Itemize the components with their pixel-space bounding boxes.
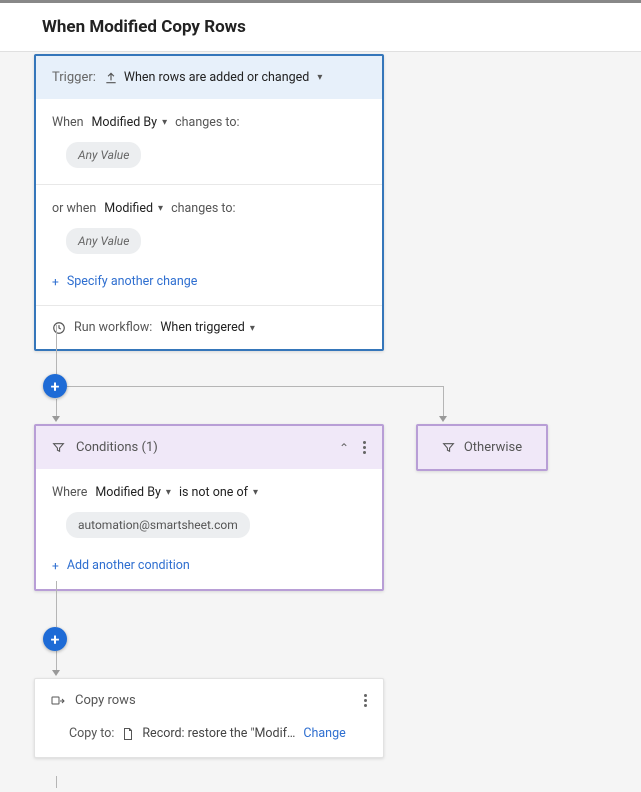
trigger-change-row: or when Modified ▾ changes to: bbox=[52, 201, 366, 216]
plus-icon: + bbox=[52, 275, 59, 289]
arrow-down-icon bbox=[52, 670, 60, 676]
upload-icon bbox=[104, 71, 118, 85]
trigger-type-dropdown[interactable]: When rows are added or changed ▾ bbox=[104, 70, 322, 85]
conditions-title: Conditions (1) bbox=[76, 440, 329, 455]
connector-line bbox=[56, 581, 57, 627]
action-menu-button[interactable] bbox=[364, 694, 367, 707]
caret-down-icon: ▾ bbox=[162, 117, 167, 128]
workflow-canvas: Trigger: When rows are added or changed … bbox=[0, 52, 641, 792]
otherwise-card[interactable]: Otherwise bbox=[416, 424, 548, 471]
changes-to-label: changes to: bbox=[175, 115, 239, 130]
change-destination-link[interactable]: Change bbox=[303, 726, 345, 741]
filter-icon bbox=[52, 441, 66, 455]
destination-sheet: Record: restore the "Modif… bbox=[122, 726, 295, 741]
action-header: Copy rows bbox=[35, 679, 383, 722]
connector-line bbox=[56, 399, 57, 416]
collapse-icon[interactable]: ⌃ bbox=[339, 441, 349, 455]
add-condition-link[interactable]: + Add another condition bbox=[52, 558, 366, 573]
changes-to-label: changes to: bbox=[171, 201, 235, 216]
condition-operator-dropdown[interactable]: is not one of ▾ bbox=[179, 485, 258, 500]
field-dropdown[interactable]: Modified By ▾ bbox=[92, 115, 168, 130]
caret-down-icon: ▾ bbox=[253, 487, 258, 498]
trigger-header: Trigger: When rows are added or changed … bbox=[36, 56, 382, 99]
arrow-down-icon bbox=[439, 416, 447, 422]
conditions-body: Where Modified By ▾ is not one of ▾ auto… bbox=[36, 469, 382, 589]
header-bar: When Modified Copy Rows bbox=[0, 0, 641, 52]
clock-icon bbox=[52, 321, 66, 335]
value-chip[interactable]: Any Value bbox=[66, 142, 141, 168]
copy-icon bbox=[51, 694, 65, 708]
run-workflow-dropdown[interactable]: When triggered ▾ bbox=[160, 320, 255, 335]
value-chip[interactable]: Any Value bbox=[66, 228, 141, 254]
conditions-card: Conditions (1) ⌃ Where Modified By ▾ is … bbox=[34, 424, 384, 591]
conditions-header: Conditions (1) ⌃ bbox=[36, 426, 382, 469]
run-workflow-label: Run workflow: bbox=[74, 320, 152, 335]
field-dropdown[interactable]: Modified ▾ bbox=[104, 201, 163, 216]
connector-line bbox=[67, 386, 443, 387]
specify-another-change-link[interactable]: + Specify another change bbox=[52, 274, 366, 289]
action-title: Copy rows bbox=[75, 693, 354, 708]
action-card: Copy rows Copy to: Record: restore the "… bbox=[34, 678, 384, 758]
caret-down-icon: ▾ bbox=[158, 203, 163, 214]
trigger-body: When Modified By ▾ changes to: Any Value… bbox=[36, 99, 382, 305]
where-label: Where bbox=[52, 485, 87, 500]
trigger-footer: Run workflow: When triggered ▾ bbox=[36, 305, 382, 349]
condition-value-chip[interactable]: automation@smartsheet.com bbox=[66, 512, 250, 538]
trigger-label: Trigger: bbox=[52, 70, 96, 85]
when-label: When bbox=[52, 115, 84, 130]
copy-to-label: Copy to: bbox=[69, 726, 114, 741]
connector-line bbox=[56, 776, 57, 788]
conditions-menu-button[interactable] bbox=[363, 441, 366, 454]
caret-down-icon: ▾ bbox=[317, 72, 322, 83]
plus-icon: + bbox=[52, 559, 59, 573]
page-title: When Modified Copy Rows bbox=[42, 17, 599, 37]
caret-down-icon: ▾ bbox=[166, 487, 171, 498]
connector-line bbox=[56, 325, 57, 375]
sheet-icon bbox=[122, 727, 136, 741]
trigger-card: Trigger: When rows are added or changed … bbox=[34, 54, 384, 351]
action-body: Copy to: Record: restore the "Modif… Cha… bbox=[35, 722, 383, 757]
connector-line bbox=[443, 386, 444, 416]
otherwise-label: Otherwise bbox=[464, 440, 522, 455]
divider bbox=[36, 184, 382, 185]
condition-row: Where Modified By ▾ is not one of ▾ bbox=[52, 485, 366, 500]
condition-field-dropdown[interactable]: Modified By ▾ bbox=[95, 485, 171, 500]
add-step-button[interactable]: + bbox=[43, 627, 67, 651]
or-when-label: or when bbox=[52, 201, 96, 216]
connector-line bbox=[56, 651, 57, 670]
caret-down-icon: ▾ bbox=[250, 323, 255, 334]
trigger-change-row: When Modified By ▾ changes to: bbox=[52, 115, 366, 130]
filter-icon bbox=[442, 441, 456, 455]
add-step-button[interactable]: + bbox=[43, 374, 67, 398]
arrow-down-icon bbox=[52, 416, 60, 422]
